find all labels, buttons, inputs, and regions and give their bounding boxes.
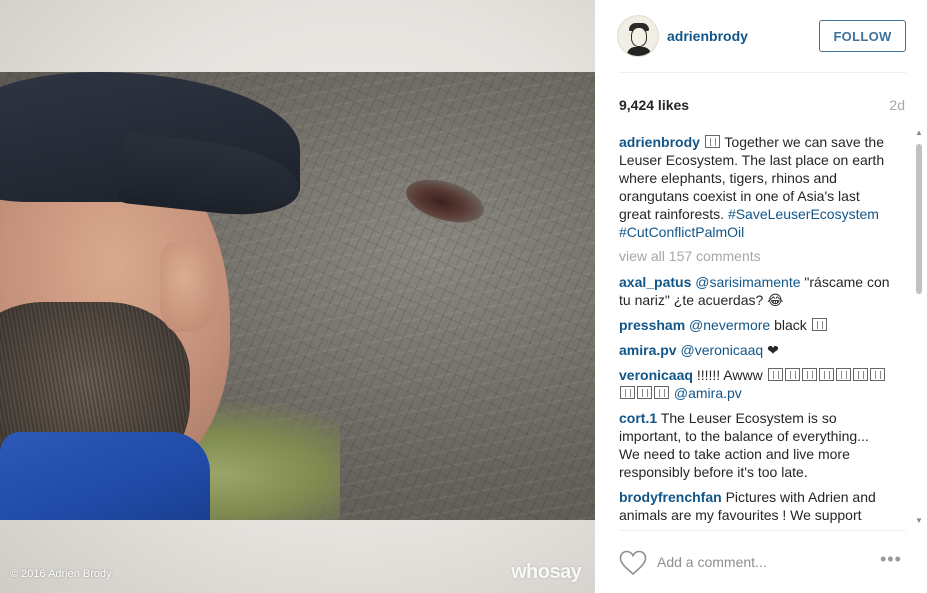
list-item: veronicaaq !!!!!! Awww @amira.pv xyxy=(619,366,891,402)
post-header: adrienbrody FOLLOW xyxy=(595,0,927,72)
list-item: pressham @nevermore black xyxy=(619,316,891,334)
scroll-down-arrow-icon[interactable]: ▼ xyxy=(914,516,924,526)
mention-link[interactable]: @veronicaaq xyxy=(680,342,763,358)
comment-username[interactable]: pressham xyxy=(619,317,685,333)
comment-text: !!!!!! Awww xyxy=(692,367,763,383)
post-age[interactable]: 2d xyxy=(889,97,905,113)
photo-copyright: © 2016 Adrien Brody xyxy=(10,568,112,580)
mention-link[interactable]: @sarisimamente xyxy=(695,274,800,290)
header-username[interactable]: adrienbrody xyxy=(667,28,748,44)
comment-username[interactable]: cort.1 xyxy=(619,410,657,426)
comment-username[interactable]: amira.pv xyxy=(619,342,677,358)
whosay-watermark: whosay xyxy=(511,561,582,583)
comment-input[interactable] xyxy=(657,550,867,574)
avatar-body xyxy=(627,47,651,56)
mention-link[interactable]: @amira.pv xyxy=(674,385,742,401)
hashtag-link[interactable]: #SaveLeuserEcosystem xyxy=(728,206,879,222)
mention-link[interactable]: @nevermore xyxy=(689,317,770,333)
scroll-up-arrow-icon[interactable]: ▲ xyxy=(914,128,924,138)
comment-username[interactable]: veronicaaq xyxy=(619,367,693,383)
comments-scrollbar[interactable]: ▲ ▼ xyxy=(913,128,925,526)
comment-text: black xyxy=(770,317,811,333)
comment-username[interactable]: brodyfrenchfan xyxy=(619,489,722,505)
heart-icon[interactable] xyxy=(619,550,647,576)
list-item: axal_patus @sarisimamente "ráscame con t… xyxy=(619,273,891,309)
comment-text: ❤ xyxy=(763,342,779,358)
post-photo[interactable] xyxy=(0,72,595,520)
post-footer: ••• xyxy=(595,530,927,593)
blue-shirt xyxy=(0,432,210,520)
likes-count[interactable]: 9,424 likes xyxy=(619,97,689,113)
post-sidebar: adrienbrody FOLLOW 9,424 likes 2d adrien… xyxy=(595,0,927,593)
post-photo-area: © 2016 Adrien Brody whosay xyxy=(0,0,595,593)
view-all-comments-link[interactable]: view all 157 comments xyxy=(619,247,891,265)
list-item: brodyfrenchfan Pictures with Adrien and … xyxy=(619,488,891,524)
avatar[interactable] xyxy=(617,15,659,57)
missing-glyph-icon xyxy=(811,318,827,331)
follow-button[interactable]: FOLLOW xyxy=(819,20,906,52)
more-options-icon[interactable]: ••• xyxy=(880,549,902,570)
caption: adrienbrody Together we can save the Leu… xyxy=(619,133,891,241)
missing-glyph-icon xyxy=(704,135,720,148)
caption-username[interactable]: adrienbrody xyxy=(619,134,700,150)
list-item: amira.pv @veronicaaq ❤ xyxy=(619,341,891,359)
hashtag-link[interactable]: #CutConflictPalmOil xyxy=(619,224,744,240)
comments-list: adrienbrody Together we can save the Leu… xyxy=(619,133,891,525)
comment-username[interactable]: axal_patus xyxy=(619,274,691,290)
scrollbar-thumb[interactable] xyxy=(916,144,922,294)
avatar-face xyxy=(631,27,647,47)
comment-text: The Leuser Ecosystem is so important, to… xyxy=(619,410,869,480)
header-divider xyxy=(619,72,906,73)
list-item: cort.1 The Leuser Ecosystem is so import… xyxy=(619,409,891,481)
